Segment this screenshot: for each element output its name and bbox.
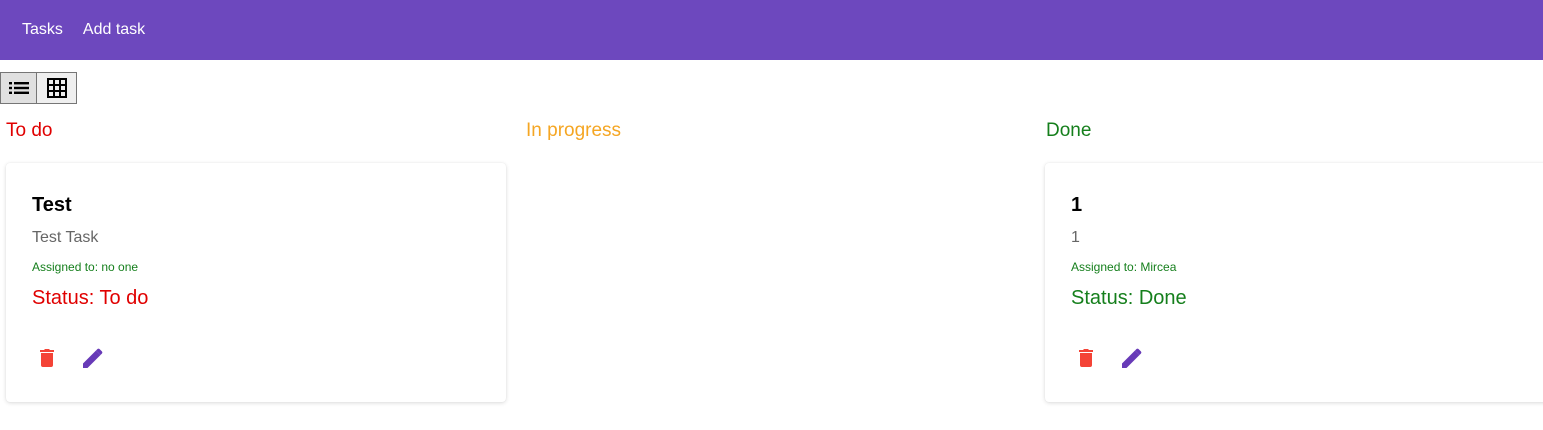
top-navbar: Tasks Add task (0, 0, 1543, 60)
column-title-in-progress: In progress (526, 120, 622, 141)
delete-button[interactable] (1069, 341, 1103, 375)
view-toggle (0, 72, 77, 104)
column-title-done: Done (1046, 120, 1092, 141)
trash-icon (40, 349, 54, 367)
grid-view-button[interactable] (37, 72, 77, 104)
task-card: 1 1 Assigned to: Mircea Status: Done (1045, 163, 1543, 402)
nav-tasks-link[interactable]: Tasks (22, 21, 63, 39)
edit-button[interactable] (1115, 341, 1149, 375)
column-title-todo: To do (6, 120, 53, 141)
task-title: Test (32, 194, 72, 216)
task-assigned: Assigned to: Mircea (1071, 260, 1177, 274)
delete-button[interactable] (30, 341, 64, 375)
task-status: Status: To do (32, 287, 149, 309)
task-assigned: Assigned to: no one (32, 260, 139, 274)
edit-button[interactable] (76, 341, 110, 375)
column-todo: To do Test Test Task Assigned to: no one… (0, 112, 506, 402)
task-title: 1 (1071, 194, 1083, 216)
pencil-icon (83, 348, 103, 368)
task-status: Status: Done (1071, 287, 1187, 309)
column-done: Done 1 1 Assigned to: Mircea Status: Don… (1040, 112, 1543, 402)
list-icon (8, 82, 29, 94)
pencil-icon (1122, 348, 1142, 368)
trash-icon (1079, 349, 1093, 367)
nav-add-task-link[interactable]: Add task (83, 21, 145, 39)
task-description: 1 (1071, 229, 1080, 246)
grid-icon (46, 78, 67, 98)
task-actions (32, 341, 480, 375)
column-in-progress: In progress (520, 112, 1020, 152)
list-view-button[interactable] (0, 72, 37, 104)
task-card: Test Test Task Assigned to: no one Statu… (6, 163, 506, 402)
task-description: Test Task (32, 229, 99, 246)
task-actions (1071, 341, 1529, 375)
